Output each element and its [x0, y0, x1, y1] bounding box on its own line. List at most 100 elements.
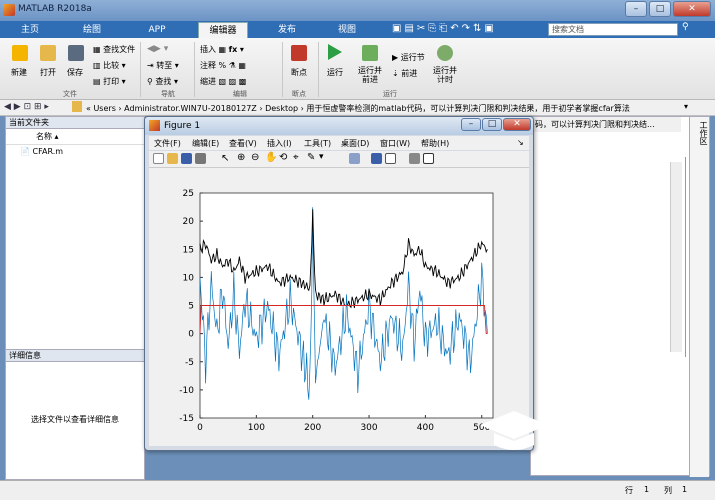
tab-view[interactable]: 视图 [325, 22, 369, 38]
pan-hand-icon[interactable]: ✋ [265, 152, 277, 163]
open-file-icon[interactable] [167, 153, 178, 164]
breadcrumb[interactable]: « Users › Administrator.WIN7U-20180127Z … [86, 103, 696, 114]
line-chart[interactable]: 0 100 200 300 400 5002520151050-5-10-15 [149, 168, 529, 446]
details-panel: 详细信息 选择文件以查看详细信息 [5, 349, 145, 480]
new-figure-icon[interactable] [153, 153, 164, 164]
tab-editor[interactable]: 编辑器 [198, 22, 248, 38]
zoom-in-icon[interactable]: ⊕ [237, 152, 245, 163]
figure-canvas: 0 100 200 300 400 500 25 20 15 10 5 0 -5 -10 -15 [149, 168, 529, 446]
details-title: 详细信息 [6, 350, 144, 362]
run-advance-button[interactable]: 运行并 前进 [352, 66, 388, 84]
data-cursor-icon[interactable]: ⌖ [293, 152, 299, 163]
breadcrumb-sep: › [300, 104, 304, 113]
print-button[interactable]: ▤ 打印 ▾ [93, 76, 126, 87]
divider [140, 42, 141, 97]
menu-tools[interactable]: 工具(T) [304, 138, 331, 149]
breakpoints-button[interactable]: 断点 [284, 67, 314, 78]
print-label: 打印 [103, 77, 120, 86]
compare-button[interactable]: ▥ 比较 ▾ [93, 60, 126, 71]
zoom-out-icon[interactable]: ⊖ [251, 152, 259, 163]
new-plus-icon[interactable] [12, 45, 28, 61]
hide-tools-icon[interactable] [409, 153, 420, 164]
save-button[interactable]: 保存 [60, 67, 90, 78]
nav-arrows-icon[interactable]: ◀▶ ▾ [147, 44, 168, 54]
show-tools-icon[interactable] [423, 153, 434, 164]
link-plot-icon[interactable] [349, 153, 360, 164]
search-icon[interactable]: ⚲ [682, 22, 689, 32]
quick-access-toolbar[interactable]: ▣▤✂⎘⎗↶↷⇅▣ [392, 23, 542, 36]
app-titlebar: MATLAB R2018a – □ ✕ [0, 0, 715, 21]
tab-plots[interactable]: 绘图 [70, 22, 114, 38]
breakpoint-icon[interactable] [291, 45, 307, 61]
editor-path-text: 码，可以计算判决门限和判决结... [531, 117, 681, 132]
find-label: 查找 [155, 77, 172, 86]
menu-help[interactable]: 帮助(H) [421, 138, 449, 149]
run-button[interactable]: 运行 [320, 67, 350, 78]
legend-icon[interactable] [385, 153, 396, 164]
minimize-button[interactable]: – [625, 1, 647, 17]
comment-button[interactable]: 注释 % ⚗ ▦ [200, 60, 246, 71]
breadcrumb-sep: › [118, 104, 122, 113]
menu-view[interactable]: 查看(V) [229, 138, 257, 149]
breadcrumb-desktop[interactable]: Desktop [265, 104, 298, 113]
goto-button[interactable]: ⇥ 转至 ▾ [147, 60, 179, 71]
figure-close-button[interactable]: ✕ [503, 118, 531, 131]
editor-scrollbar[interactable] [670, 162, 682, 352]
run-section-button[interactable]: ▶ 运行节 [392, 52, 425, 63]
open-folder-icon[interactable] [40, 45, 56, 61]
save-disk-icon[interactable] [68, 45, 84, 61]
watermark-url: Biguo100.com [554, 437, 675, 455]
address-bar[interactable]: ◀ ▶ ⊡ ⊞ ▸ « Users › Administrator.WIN7U-… [0, 100, 715, 116]
tab-home[interactable]: 主页 [8, 22, 52, 38]
menu-window[interactable]: 窗口(W) [380, 138, 410, 149]
column-header-name[interactable]: 名称 ▴ [6, 129, 144, 145]
indent-button[interactable]: 缩进 ▧ ▨ ▩ [200, 76, 246, 87]
nav-back-forward-icon[interactable]: ◀ ▶ ⊡ ⊞ ▸ [4, 102, 49, 112]
figure-titlebar[interactable]: Figure 1 – □ ✕ [145, 117, 533, 135]
maximize-button[interactable]: □ [649, 1, 671, 17]
run-time-button[interactable]: 运行并 计时 [427, 66, 463, 84]
brush-icon[interactable]: ✎ [307, 152, 315, 163]
y-tick-label: -10 [179, 386, 194, 396]
find-button[interactable]: ⚲ 查找 ▾ [147, 76, 178, 87]
run-time-icon[interactable] [437, 45, 453, 61]
advance-button[interactable]: ⇣ 前进 [392, 68, 417, 79]
close-button[interactable]: ✕ [673, 1, 711, 17]
breadcrumb-admin[interactable]: Administrator.WIN7U-20180127Z [124, 104, 257, 113]
menu-edit[interactable]: 编辑(E) [192, 138, 219, 149]
breadcrumb-more[interactable]: « [86, 104, 91, 113]
group-breakpoints-label: 断点 [292, 90, 306, 98]
file-item[interactable]: 📄 CFAR.m [6, 145, 144, 156]
y-tick-label: 25 [183, 189, 194, 199]
menu-file[interactable]: 文件(F) [154, 138, 181, 149]
menu-desktop[interactable]: 桌面(D) [341, 138, 369, 149]
print-figure-icon[interactable] [195, 153, 206, 164]
menu-insert[interactable]: 插入(I) [267, 138, 292, 149]
run-advance-icon[interactable] [362, 45, 378, 61]
breadcrumb-folder[interactable]: 用于恒虚警率检测的matlab代码，可以计算判决门限和判决结果，用于初学者掌握c… [306, 104, 629, 113]
figure-window[interactable]: Figure 1 – □ ✕ 文件(F) 编辑(E) 查看(V) 插入(I) 工… [144, 116, 534, 451]
figure-maximize-button[interactable]: □ [482, 118, 502, 131]
figure-minimize-button[interactable]: – [461, 118, 481, 131]
save-figure-icon[interactable] [181, 153, 192, 164]
find-files-button[interactable]: ▦ 查找文件 [93, 44, 135, 55]
tab-apps[interactable]: APP [135, 22, 179, 38]
edit-plot-arrow-icon[interactable]: ↖ [221, 153, 229, 164]
search-docs-input[interactable]: 搜索文档 [548, 23, 678, 36]
colorbar-icon[interactable] [371, 153, 382, 164]
app-title: MATLAB R2018a [18, 4, 92, 14]
insert-button[interactable]: 插入 ▦ fx ▾ [200, 44, 244, 55]
chevron-down-icon[interactable]: ▾ [684, 102, 688, 111]
tab-publish[interactable]: 发布 [265, 22, 309, 38]
indent-label: 缩进 [200, 77, 216, 86]
menu-dock-icon[interactable]: ↘ [517, 138, 524, 147]
figure-menubar: 文件(F) 编辑(E) 查看(V) 插入(I) 工具(T) 桌面(D) 窗口(W… [149, 136, 529, 150]
rotate-3d-icon[interactable]: ⟲ [279, 152, 287, 163]
y-tick-label: 15 [183, 245, 194, 255]
breadcrumb-users[interactable]: Users [93, 104, 115, 113]
brush-dropdown-icon[interactable]: ▾ [319, 152, 324, 162]
new-button[interactable]: 新建 [4, 67, 34, 78]
open-button[interactable]: 打开 [33, 67, 63, 78]
figure-logo-icon [149, 120, 160, 131]
run-play-icon[interactable] [328, 44, 342, 60]
